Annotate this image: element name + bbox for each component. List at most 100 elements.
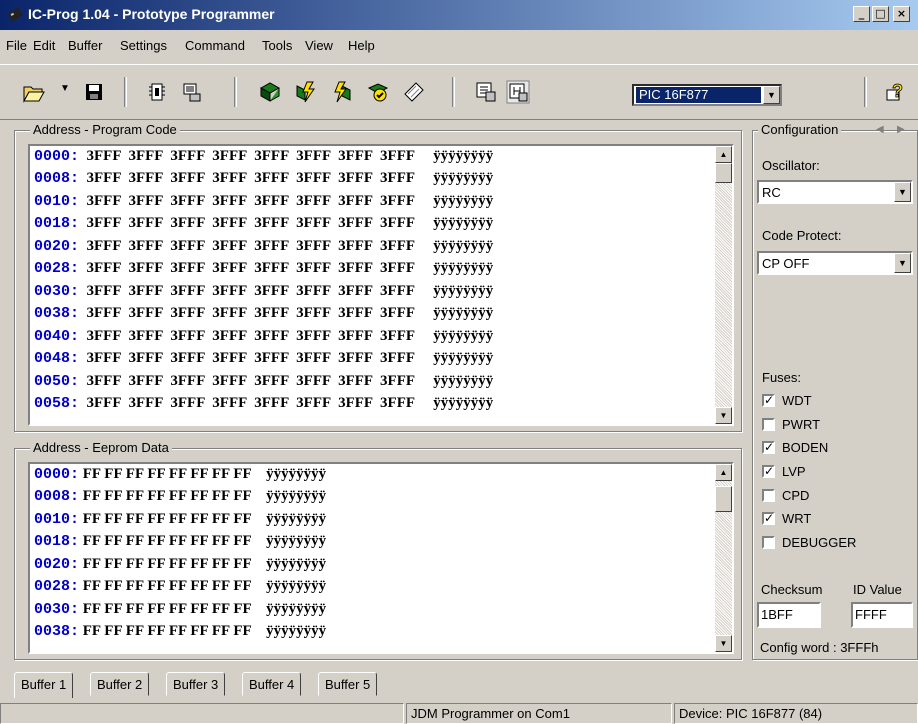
row-address: 0000: — [34, 148, 80, 165]
program-row: 0038: 3FFF 3FFF 3FFF 3FFF 3FFF 3FFF 3FFF… — [34, 305, 493, 327]
program-row: 0058: 3FFF 3FFF 3FFF 3FFF 3FFF 3FFF 3FFF… — [34, 395, 493, 417]
menu-tools[interactable]: Tools — [262, 38, 292, 53]
verify-device-icon[interactable] — [366, 80, 390, 104]
eeprom-row: 0028: FF FF FF FF FF FF FF FF ÿÿÿÿÿÿÿÿ — [34, 578, 326, 600]
menu-buffer[interactable]: Buffer — [68, 38, 102, 53]
program-device-icon[interactable] — [294, 80, 318, 104]
settings-pc-icon[interactable] — [180, 80, 204, 104]
blank-check-icon[interactable] — [402, 80, 426, 104]
tab-buffer-1[interactable]: Buffer 1 — [14, 672, 74, 698]
row-words: 3FFF 3FFF 3FFF 3FFF 3FFF 3FFF 3FFF 3FFF — [86, 328, 415, 344]
scroll-down-icon[interactable]: ▼ — [715, 635, 732, 652]
dropdown-arrow-icon[interactable]: ▼ — [60, 83, 70, 94]
row-ascii: ÿÿÿÿÿÿÿÿ — [433, 260, 494, 276]
checkbox[interactable] — [762, 418, 775, 431]
row-ascii: ÿÿÿÿÿÿÿÿ — [433, 148, 494, 164]
program-row: 0010: 3FFF 3FFF 3FFF 3FFF 3FFF 3FFF 3FFF… — [34, 193, 493, 215]
checkbox[interactable]: ✓ — [762, 394, 775, 407]
eeprom-row: 0000: FF FF FF FF FF FF FF FF ÿÿÿÿÿÿÿÿ — [34, 466, 326, 488]
open-folder-icon[interactable] — [22, 80, 46, 104]
scroll-down-icon[interactable]: ▼ — [715, 407, 732, 424]
code-protect-label: Code Protect: — [762, 228, 842, 243]
view-hex-icon[interactable] — [506, 80, 530, 104]
eeprom-row: 0010: FF FF FF FF FF FF FF FF ÿÿÿÿÿÿÿÿ — [34, 511, 326, 533]
chevron-left-icon[interactable]: ◀ — [876, 124, 884, 135]
row-ascii: ÿÿÿÿÿÿÿÿ — [433, 283, 494, 299]
row-ascii: ÿÿÿÿÿÿÿÿ — [433, 395, 494, 411]
chip-icon — [7, 7, 23, 22]
row-ascii: ÿÿÿÿÿÿÿÿ — [266, 556, 327, 572]
menu-command[interactable]: Command — [185, 38, 245, 53]
view-assembler-icon[interactable] — [474, 80, 498, 104]
scroll-up-icon[interactable]: ▲ — [715, 464, 732, 481]
eeprom-scrollbar[interactable]: ▲ ▼ — [715, 464, 732, 652]
tab-buffer-5[interactable]: Buffer 5 — [318, 672, 378, 696]
program-row: 0048: 3FFF 3FFF 3FFF 3FFF 3FFF 3FFF 3FFF… — [34, 350, 493, 372]
program-code-list[interactable]: 0000: 3FFF 3FFF 3FFF 3FFF 3FFF 3FFF 3FFF… — [28, 144, 734, 426]
row-ascii: ÿÿÿÿÿÿÿÿ — [266, 601, 327, 617]
checkbox[interactable]: ✓ — [762, 441, 775, 454]
row-address: 0038: — [34, 623, 80, 640]
row-words: 3FFF 3FFF 3FFF 3FFF 3FFF 3FFF 3FFF 3FFF — [86, 283, 415, 299]
chip-config-icon[interactable] — [145, 80, 169, 104]
eeprom-list[interactable]: 0000: FF FF FF FF FF FF FF FF ÿÿÿÿÿÿÿÿ 0… — [28, 462, 734, 654]
fuse-label: LVP — [782, 464, 806, 479]
row-ascii: ÿÿÿÿÿÿÿÿ — [433, 238, 494, 254]
program-row: 0050: 3FFF 3FFF 3FFF 3FFF 3FFF 3FFF 3FFF… — [34, 373, 493, 395]
menu-view[interactable]: View — [305, 38, 333, 53]
row-ascii: ÿÿÿÿÿÿÿÿ — [266, 623, 327, 639]
row-ascii: ÿÿÿÿÿÿÿÿ — [433, 350, 494, 366]
row-address: 0050: — [34, 373, 80, 390]
chevron-down-icon[interactable]: ▼ — [894, 253, 911, 273]
code-protect-select[interactable]: CP OFF ▼ — [757, 251, 913, 275]
config-word: Config word : 3FFFh — [760, 640, 879, 655]
tab-buffer-2[interactable]: Buffer 2 — [90, 672, 150, 696]
tab-buffer-3[interactable]: Buffer 3 — [166, 672, 226, 696]
checkbox[interactable]: ✓ — [762, 512, 775, 525]
minimize-button[interactable]: _ — [853, 6, 870, 22]
scroll-thumb[interactable] — [715, 486, 732, 512]
row-bytes: FF FF FF FF FF FF FF FF — [82, 556, 252, 572]
window-title: IC-Prog 1.04 - Prototype Programmer — [28, 6, 275, 22]
scroll-up-icon[interactable]: ▲ — [715, 146, 732, 163]
row-address: 0028: — [34, 260, 80, 277]
row-words: 3FFF 3FFF 3FFF 3FFF 3FFF 3FFF 3FFF 3FFF — [86, 193, 415, 209]
close-button[interactable]: × — [893, 6, 910, 22]
tab-buffer-4[interactable]: Buffer 4 — [242, 672, 302, 696]
checkbox[interactable]: ✓ — [762, 465, 775, 478]
checksum-field[interactable]: 1BFF — [757, 602, 821, 628]
eeprom-row: 0020: FF FF FF FF FF FF FF FF ÿÿÿÿÿÿÿÿ — [34, 556, 326, 578]
device-select[interactable]: PIC 16F877 ▼ — [632, 84, 782, 106]
program-row: 0020: 3FFF 3FFF 3FFF 3FFF 3FFF 3FFF 3FFF… — [34, 238, 493, 260]
menu-file[interactable]: File — [6, 38, 27, 53]
row-ascii: ÿÿÿÿÿÿÿÿ — [266, 533, 327, 549]
checkbox[interactable] — [762, 489, 775, 502]
oscillator-select[interactable]: RC ▼ — [757, 180, 913, 204]
program-scrollbar[interactable]: ▲ ▼ — [715, 146, 732, 424]
row-bytes: FF FF FF FF FF FF FF FF — [82, 623, 252, 639]
erase-device-icon[interactable] — [330, 80, 354, 104]
row-address: 0030: — [34, 283, 80, 300]
chevron-down-icon[interactable]: ▼ — [763, 86, 780, 104]
fuses-label: Fuses: — [762, 370, 802, 385]
title-bar: IC-Prog 1.04 - Prototype Programmer _ □ … — [0, 0, 918, 30]
toolbar-separator — [234, 77, 237, 107]
id-value-field[interactable]: FFFF — [851, 602, 913, 628]
scroll-thumb[interactable] — [715, 163, 732, 183]
read-device-icon[interactable] — [258, 80, 282, 104]
help-icon[interactable]: ? — [884, 80, 908, 104]
maximize-button[interactable]: □ — [872, 6, 889, 22]
menu-settings[interactable]: Settings — [120, 38, 167, 53]
fuse-label: WDT — [782, 393, 812, 408]
row-ascii: ÿÿÿÿÿÿÿÿ — [266, 488, 327, 504]
chevron-down-icon[interactable]: ▼ — [894, 182, 911, 202]
row-ascii: ÿÿÿÿÿÿÿÿ — [266, 511, 327, 527]
chevron-right-icon[interactable]: ▶ — [897, 124, 905, 135]
checkbox[interactable] — [762, 536, 775, 549]
save-disk-icon[interactable] — [82, 80, 106, 104]
menu-edit[interactable]: Edit — [33, 38, 55, 53]
status-device: Device: PIC 16F877 (84) — [674, 703, 918, 724]
menu-help[interactable]: Help — [348, 38, 375, 53]
status-programmer: JDM Programmer on Com1 — [406, 703, 672, 724]
row-ascii: ÿÿÿÿÿÿÿÿ — [433, 170, 494, 186]
